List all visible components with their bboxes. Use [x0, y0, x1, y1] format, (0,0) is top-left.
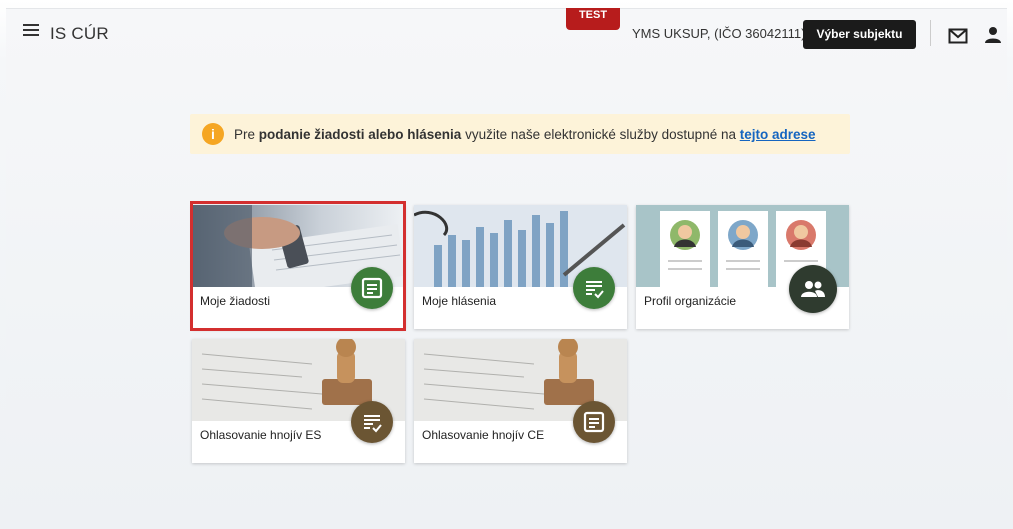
checklist-icon — [351, 401, 393, 443]
select-subject-button[interactable]: Výber subjektu — [803, 20, 916, 49]
checklist-icon — [573, 267, 615, 309]
tile-label: Moje žiadosti — [200, 294, 271, 308]
mail-icon[interactable] — [948, 28, 968, 44]
tile-label: Profil organizácie — [644, 294, 737, 308]
notice-bold: podanie žiadosti alebo hlásenia — [258, 127, 462, 142]
header-divider — [930, 20, 931, 46]
environment-badge: TEST — [566, 8, 620, 30]
app-title: IS CÚR — [50, 24, 109, 43]
notice-link[interactable]: tejto adrese — [740, 127, 816, 142]
tile-ohlasovanie-es[interactable]: Ohlasovanie hnojív ES — [192, 339, 405, 463]
group-icon — [789, 265, 837, 313]
tile-label: Ohlasovanie hnojív CE — [422, 428, 545, 442]
hamburger-icon[interactable] — [20, 22, 42, 38]
tile-profil-organizacie[interactable]: Profil organizácie — [636, 205, 849, 329]
form-icon — [351, 267, 393, 309]
person-icon[interactable] — [985, 26, 1001, 44]
current-subject: YMS UKSUP, (IČO 36042111) — [632, 26, 806, 41]
tile-moje-ziadosti[interactable]: Moje žiadosti — [192, 205, 405, 329]
form-icon — [573, 401, 615, 443]
tile-label: Moje hlásenia — [422, 294, 497, 308]
info-icon: i — [202, 123, 224, 145]
info-notice: i Pre podanie žiadosti alebo hlásenia vy… — [190, 114, 850, 154]
tile-ohlasovanie-ce[interactable]: Ohlasovanie hnojív CE — [414, 339, 627, 463]
notice-middle: využite naše elektronické služby dostupn… — [461, 127, 740, 142]
tile-label: Ohlasovanie hnojív ES — [200, 428, 322, 442]
top-bar: IS CÚR TEST YMS UKSUP, (IČO 36042111) Vý… — [0, 0, 1013, 56]
tile-moje-hlasenia[interactable]: Moje hlásenia — [414, 205, 627, 329]
notice-prefix: Pre — [234, 127, 259, 142]
notice-text: Pre podanie žiadosti alebo hlásenia využ… — [234, 127, 816, 142]
